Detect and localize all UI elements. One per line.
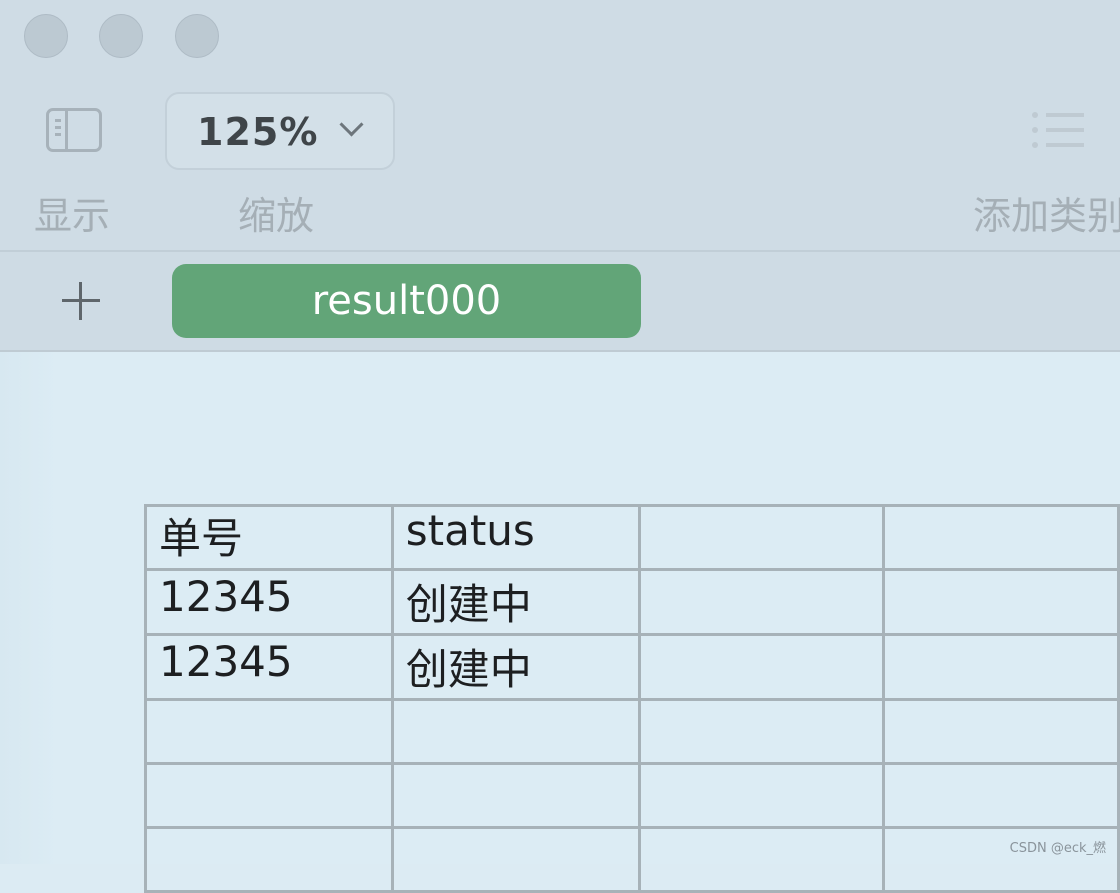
- table-cell[interactable]: [390, 698, 642, 765]
- table-cell[interactable]: [882, 504, 1120, 571]
- list-icon[interactable]: [1032, 110, 1086, 150]
- table-row: [144, 826, 1120, 893]
- table-cell[interactable]: [144, 762, 394, 829]
- table-cell[interactable]: [638, 762, 886, 829]
- table-cell[interactable]: [638, 698, 886, 765]
- display-label: 显示: [34, 194, 111, 238]
- close-window-button[interactable]: [24, 14, 68, 58]
- table-cell[interactable]: 单号: [144, 504, 394, 571]
- sheet-tab-result000[interactable]: result000: [172, 264, 641, 338]
- table-cell[interactable]: 12345: [144, 568, 394, 636]
- add-category-label[interactable]: 添加类别: [973, 185, 1120, 240]
- chevron-down-icon: [339, 112, 364, 137]
- data-table: 单号 status 12345 创建中 12345 创建中: [144, 504, 1120, 893]
- table-cell[interactable]: [390, 826, 642, 893]
- table-cell[interactable]: [638, 826, 886, 893]
- window-toolbar: 125% 显示 缩放 添加类别: [0, 0, 1120, 250]
- table-cell[interactable]: [638, 568, 886, 636]
- table-cell[interactable]: [882, 633, 1120, 701]
- table-row: 12345 创建中: [144, 633, 1120, 701]
- table-cell[interactable]: [638, 633, 886, 701]
- table-cell[interactable]: [882, 698, 1120, 765]
- table-cell[interactable]: status: [390, 504, 642, 571]
- table-row: [144, 698, 1120, 765]
- table-cell[interactable]: 12345: [144, 633, 394, 701]
- sidebar-icon[interactable]: [46, 108, 102, 152]
- zoom-value: 125%: [197, 110, 319, 154]
- table-cell[interactable]: [144, 826, 394, 893]
- watermark: CSDN @eck_燃: [1009, 841, 1106, 856]
- table-row: 12345 创建中: [144, 568, 1120, 636]
- plus-icon[interactable]: [62, 282, 100, 320]
- table-cell[interactable]: [144, 698, 394, 765]
- table-cell[interactable]: 创建中: [390, 568, 642, 636]
- zoom-window-button[interactable]: [175, 14, 219, 58]
- table-cell[interactable]: [882, 568, 1120, 636]
- table-cell[interactable]: 创建中: [390, 633, 642, 701]
- zoom-label: 缩放: [238, 194, 315, 238]
- table-cell[interactable]: [390, 762, 642, 829]
- table-cell[interactable]: [638, 504, 886, 571]
- table-row: [144, 762, 1120, 829]
- sheet-canvas: 单号 status 12345 创建中 12345 创建中: [0, 352, 1120, 893]
- table-row: 单号 status: [144, 504, 1120, 571]
- sheet-tab-label: result000: [311, 278, 502, 324]
- sheet-tab-bar: result000: [0, 250, 1120, 352]
- minimize-window-button[interactable]: [99, 14, 143, 58]
- table-cell[interactable]: [882, 762, 1120, 829]
- zoom-dropdown[interactable]: 125%: [165, 92, 395, 170]
